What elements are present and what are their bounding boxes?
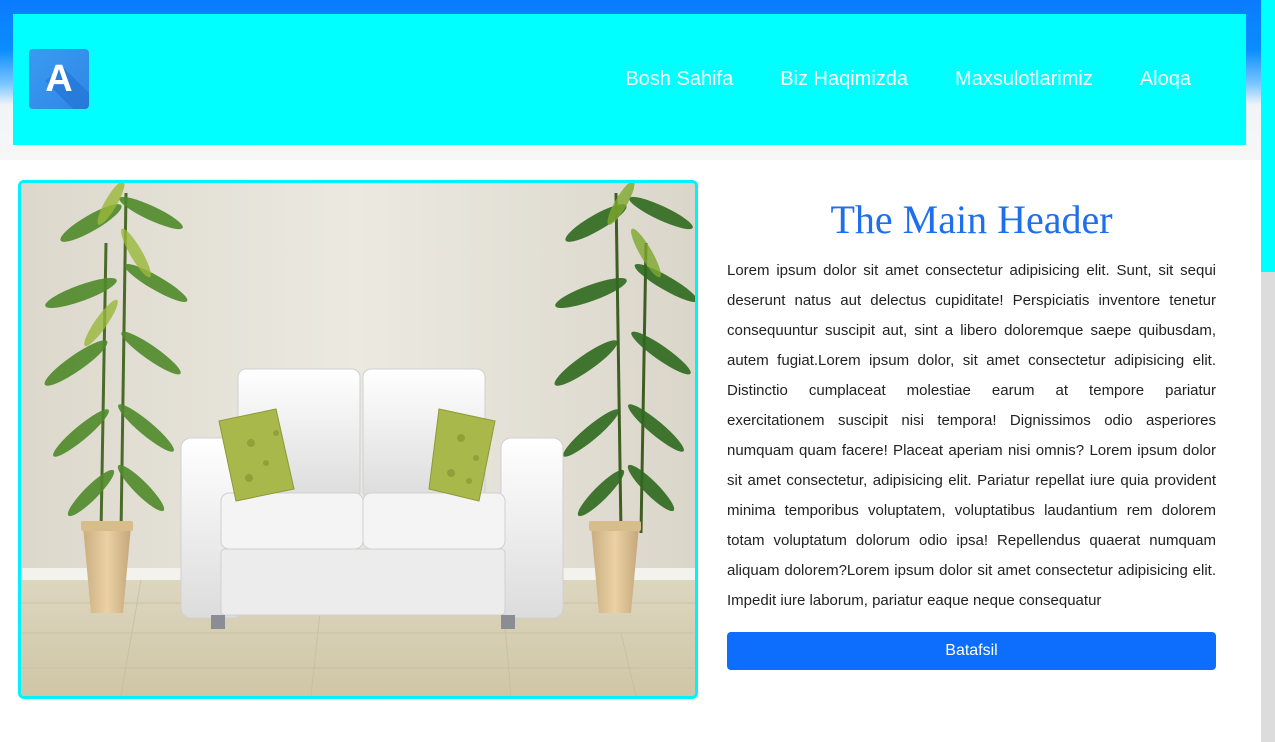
nav-links: Bosh Sahifa Biz Haqimizda Maxsulotlarimi…: [625, 14, 1191, 145]
body-paragraph: Lorem ipsum dolor sit amet consectetur a…: [727, 262, 1216, 609]
logo-icon[interactable]: A: [29, 49, 89, 109]
sofa-photo-illustration: [21, 183, 695, 696]
navbar: A Bosh Sahifa Biz Haqimizda Maxsulotlari…: [13, 14, 1246, 145]
nav-link-bosh-sahifa[interactable]: Bosh Sahifa: [625, 68, 733, 91]
hero-image: [18, 180, 698, 699]
batafsil-button[interactable]: Batafsil: [727, 632, 1216, 670]
nav-link-biz-haqimizda[interactable]: Biz Haqimizda: [780, 68, 908, 91]
nav-link-maxsulotlarimiz[interactable]: Maxsulotlarimiz: [955, 68, 1093, 91]
main-content: The Main Header Lorem ipsum dolor sit am…: [727, 190, 1216, 670]
nav-link-aloqa[interactable]: Aloqa: [1140, 68, 1191, 91]
main-title: The Main Header: [830, 197, 1113, 242]
logo-letter: A: [45, 58, 73, 100]
scrollbar-thumb[interactable]: [1261, 0, 1275, 272]
